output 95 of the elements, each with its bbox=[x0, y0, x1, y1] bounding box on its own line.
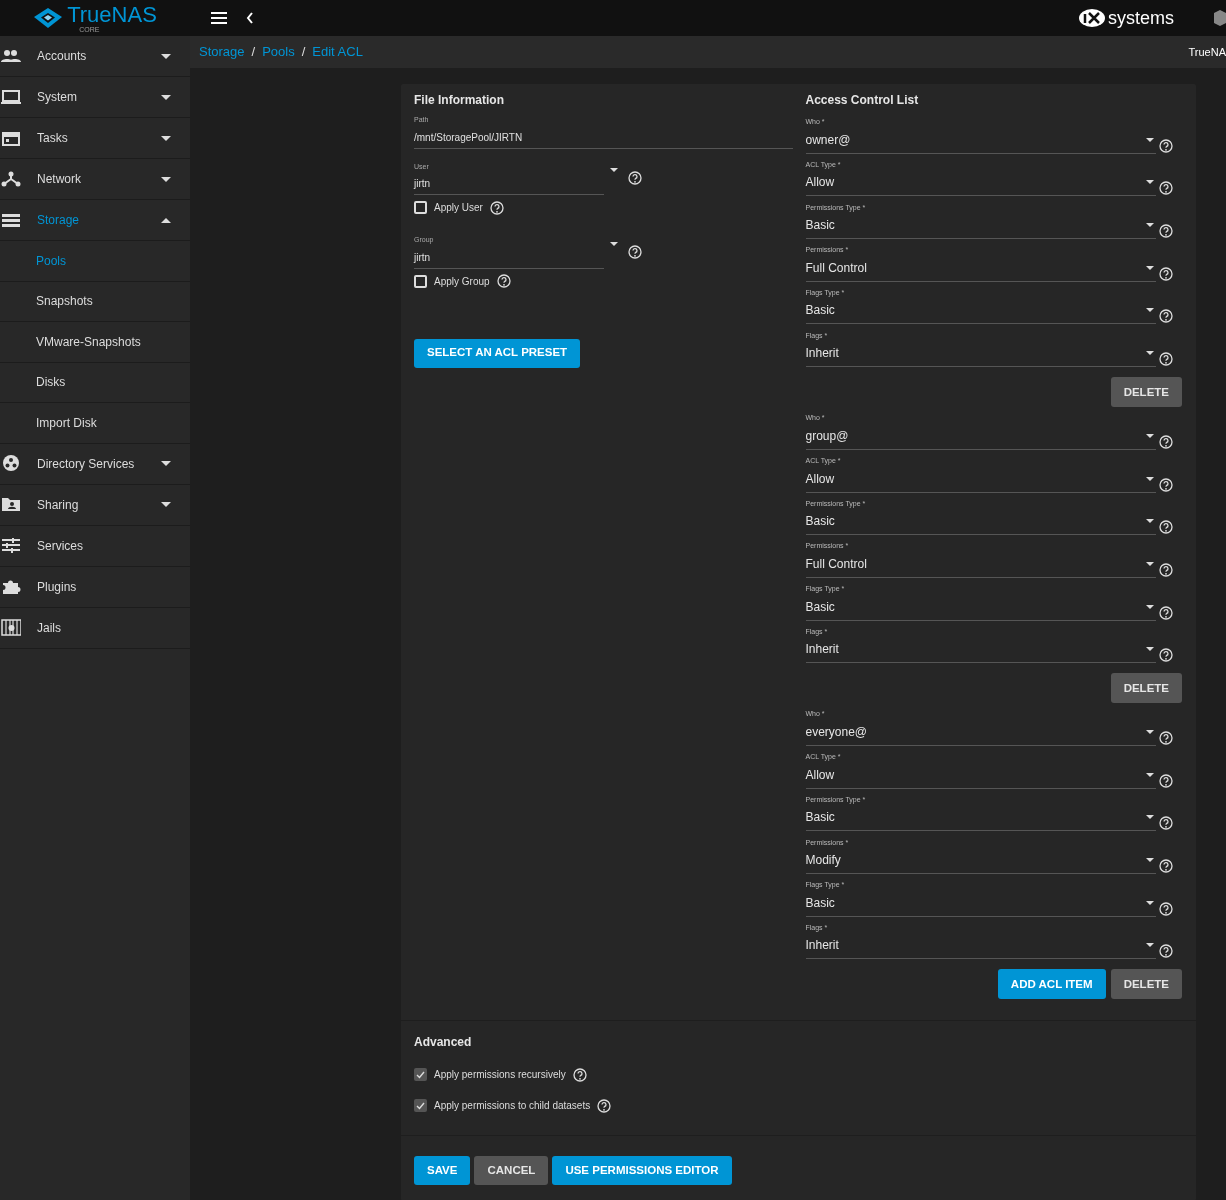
breadcrumb-separator: / bbox=[301, 43, 306, 62]
dropdown-caret-icon bbox=[610, 168, 618, 173]
help-icon[interactable] bbox=[628, 244, 642, 259]
checkbox[interactable] bbox=[414, 1099, 427, 1113]
checkbox-label: Apply User bbox=[434, 201, 483, 215]
dropdown-caret-icon bbox=[1145, 351, 1154, 356]
help-icon[interactable] bbox=[1158, 562, 1173, 577]
help-icon[interactable] bbox=[1158, 648, 1173, 663]
help-icon[interactable] bbox=[1158, 816, 1173, 831]
help-icon[interactable] bbox=[1158, 434, 1173, 449]
help-icon[interactable] bbox=[1158, 520, 1173, 535]
sliders-icon bbox=[1, 537, 21, 554]
sidebar-subitem[interactable]: Pools bbox=[0, 241, 190, 282]
action-button[interactable]: DELETE bbox=[1110, 673, 1182, 704]
sidebar-item[interactable]: Services bbox=[0, 525, 190, 567]
dropdown-caret-icon bbox=[1145, 223, 1154, 228]
network-icon bbox=[1, 170, 21, 188]
sidebar-item[interactable]: Plugins bbox=[0, 566, 190, 608]
laptop-icon bbox=[1, 88, 21, 106]
help-icon[interactable] bbox=[628, 171, 642, 186]
puzzle-icon bbox=[1, 578, 21, 595]
dropdown-caret-icon bbox=[1145, 519, 1154, 524]
dropdown-caret-icon bbox=[1145, 476, 1154, 481]
breadcrumb-link[interactable]: Edit ACL bbox=[312, 42, 363, 62]
dropdown-caret-icon bbox=[610, 241, 618, 246]
cube-icon[interactable] bbox=[1214, 9, 1226, 27]
help-icon[interactable] bbox=[496, 274, 511, 288]
help-icon[interactable] bbox=[572, 1067, 587, 1082]
sidebar-item[interactable]: Network bbox=[0, 159, 190, 200]
vendor-text: systems bbox=[1108, 6, 1174, 30]
dropdown-caret-icon bbox=[1145, 815, 1154, 820]
sidebar-subitem[interactable]: VMware-Snapshots bbox=[0, 322, 190, 363]
help-icon[interactable] bbox=[597, 1098, 612, 1113]
calendar-icon bbox=[1, 129, 21, 147]
help-icon[interactable] bbox=[1158, 352, 1173, 367]
section-title: Advanced bbox=[414, 1034, 473, 1052]
checkbox-label: Apply permissions recursively bbox=[434, 1068, 566, 1083]
dropdown-caret-icon bbox=[1145, 308, 1154, 313]
logo-icon bbox=[33, 7, 64, 29]
dropdown-caret-icon bbox=[1145, 729, 1154, 734]
dropdown-caret-icon bbox=[1145, 180, 1154, 185]
checkbox[interactable] bbox=[414, 1068, 427, 1082]
logo-text: TrueNAS bbox=[67, 3, 157, 26]
checkbox[interactable] bbox=[414, 274, 427, 288]
dropdown-caret-icon bbox=[1145, 900, 1154, 905]
help-icon[interactable] bbox=[1158, 477, 1173, 492]
dropdown-caret-icon bbox=[1145, 647, 1154, 652]
sidebar-item[interactable]: Jails bbox=[0, 607, 190, 649]
help-icon[interactable] bbox=[1158, 730, 1173, 745]
dropdown-caret-icon bbox=[1145, 137, 1154, 142]
hostname-text: TrueNA bbox=[1188, 44, 1226, 60]
action-button[interactable]: CANCEL bbox=[474, 1156, 549, 1186]
help-icon[interactable] bbox=[1158, 944, 1173, 959]
help-icon[interactable] bbox=[1158, 266, 1173, 281]
sidebar-item[interactable]: Tasks bbox=[0, 118, 190, 159]
help-icon[interactable] bbox=[1158, 138, 1173, 153]
dropdown-caret-icon bbox=[1145, 772, 1154, 777]
sidebar-item[interactable]: System bbox=[0, 77, 190, 118]
dropdown-caret-icon bbox=[1145, 561, 1154, 566]
help-icon[interactable] bbox=[1158, 773, 1173, 788]
storage-icon bbox=[1, 211, 21, 229]
dropdown-caret-icon bbox=[1145, 604, 1154, 609]
breadcrumb-link[interactable]: Storage bbox=[199, 42, 245, 62]
breadcrumb-link[interactable]: Pools bbox=[262, 42, 295, 62]
help-icon[interactable] bbox=[1158, 605, 1173, 620]
sidebar-subitem[interactable]: Snapshots bbox=[0, 281, 190, 322]
checkbox-label: Apply permissions to child datasets bbox=[434, 1099, 591, 1114]
checkbox-label: Apply Group bbox=[434, 274, 490, 289]
section-title: File Information bbox=[414, 92, 505, 109]
help-icon[interactable] bbox=[1158, 181, 1173, 196]
help-icon[interactable] bbox=[1158, 859, 1173, 873]
ix-logo-icon bbox=[1078, 8, 1106, 28]
dropdown-caret-icon bbox=[1145, 433, 1154, 438]
dropdown-caret-icon bbox=[1145, 265, 1154, 270]
sidebar-subitem[interactable]: Disks bbox=[0, 362, 190, 403]
dropdown-caret-icon bbox=[1145, 858, 1154, 862]
help-icon[interactable] bbox=[1158, 901, 1173, 916]
sidebar-item[interactable]: Accounts bbox=[0, 36, 190, 77]
sidebar-item[interactable]: Directory Services bbox=[0, 443, 190, 485]
action-button[interactable]: DELETE bbox=[1110, 377, 1182, 408]
help-icon[interactable] bbox=[1158, 309, 1173, 324]
menu-icon[interactable] bbox=[211, 12, 227, 24]
jail-icon bbox=[1, 619, 21, 636]
help-icon[interactable] bbox=[1158, 224, 1173, 239]
dropdown-caret-icon bbox=[1145, 943, 1154, 948]
checkbox[interactable] bbox=[414, 201, 427, 214]
help-icon[interactable] bbox=[489, 200, 504, 215]
sidebar-subitem[interactable]: Import Disk bbox=[0, 403, 190, 444]
back-chevron-icon[interactable] bbox=[246, 12, 254, 24]
action-button[interactable]: DELETE bbox=[1110, 969, 1182, 1000]
people-icon bbox=[1, 47, 21, 65]
sidebar-item[interactable]: Storage bbox=[0, 200, 190, 241]
section-title: Access Control List bbox=[805, 92, 920, 109]
sidebar-item[interactable]: Sharing bbox=[0, 484, 190, 526]
breadcrumb-separator: / bbox=[251, 43, 256, 62]
